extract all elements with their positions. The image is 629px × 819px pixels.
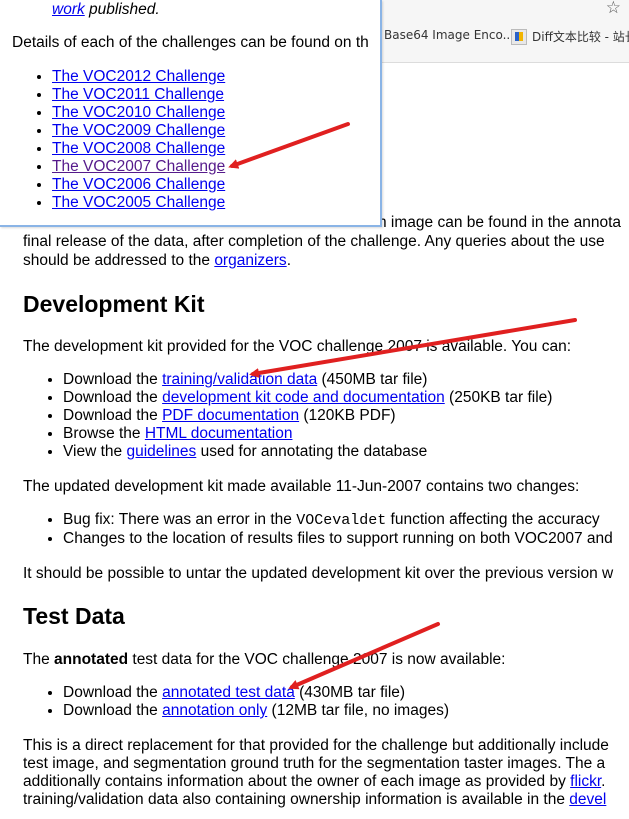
voc2005-link[interactable]: The VOC2005 Challenge: [52, 194, 225, 211]
voc2008-link[interactable]: The VOC2008 Challenge: [52, 140, 225, 157]
annotation-only-link[interactable]: annotation only: [162, 702, 267, 719]
bookmark-base64[interactable]: Base64 Image Enco...: [384, 28, 514, 42]
list-item: The VOC2005 Challenge: [52, 194, 225, 212]
list-item: Bug fix: There was an error in the VOCev…: [63, 511, 613, 530]
test-data-list: Download the annotated test data (430MB …: [23, 684, 449, 720]
function-name: VOCevaldet: [296, 512, 387, 529]
untar-text: It should be possible to untar the updat…: [23, 565, 614, 582]
bookmark-favicon-icon: [511, 28, 527, 45]
devkit-code-link[interactable]: development kit code and documentation: [162, 389, 445, 406]
test-para-line-4: training/validation data also containing…: [23, 791, 607, 808]
devkit-update-text: The updated development kit made availab…: [23, 478, 580, 495]
test-data-heading: Test Data: [23, 603, 125, 629]
list-item: Download the annotated test data (430MB …: [63, 684, 449, 702]
voc2011-link[interactable]: The VOC2011 Challenge: [52, 86, 224, 103]
test-para-line-2: test image, and segmentation ground trut…: [23, 755, 606, 772]
voc2007-link[interactable]: The VOC2007 Challenge: [52, 158, 225, 175]
organizers-link[interactable]: organizers: [214, 252, 286, 269]
bookmark-diff-label: Diff文本比较 - 站长: [532, 30, 629, 44]
voc2009-link[interactable]: The VOC2009 Challenge: [52, 122, 225, 139]
test-para-line-1: This is a direct replacement for that pr…: [23, 737, 609, 754]
list-item: View the guidelines used for annotating …: [63, 443, 552, 461]
list-item: The VOC2010 Challenge: [52, 104, 225, 122]
work-link[interactable]: work: [52, 1, 85, 18]
intro-line-2: final release of the data, after complet…: [23, 233, 605, 250]
list-item: Download the development kit code and do…: [63, 389, 552, 407]
training-validation-data-link[interactable]: training/validation data: [162, 371, 317, 388]
challenges-panel: work published. Details of each of the c…: [0, 0, 382, 227]
devkit-heading: Development Kit: [23, 291, 205, 317]
devkit-intro: The development kit provided for the VOC…: [23, 338, 572, 355]
list-item: The VOC2008 Challenge: [52, 140, 225, 158]
list-item: The VOC2006 Challenge: [52, 176, 225, 194]
bookmark-diff[interactable]: Diff文本比较 - 站长: [511, 28, 629, 45]
challenge-list: The VOC2012 Challenge The VOC2011 Challe…: [12, 68, 225, 212]
devkit-list: Download the training/validation data (4…: [23, 371, 552, 461]
details-text: Details of each of the challenges can be…: [12, 34, 369, 51]
list-item: Changes to the location of results files…: [63, 530, 613, 548]
test-para-line-3: additionally contains information about …: [23, 773, 606, 790]
list-item: Browse the HTML documentation: [63, 425, 552, 443]
guidelines-link[interactable]: guidelines: [126, 443, 196, 460]
pdf-documentation-link[interactable]: PDF documentation: [162, 407, 299, 424]
list-item: The VOC2009 Challenge: [52, 122, 225, 140]
list-item: Download the annotation only (12MB tar f…: [63, 702, 449, 720]
voc2010-link[interactable]: The VOC2010 Challenge: [52, 104, 225, 121]
list-item: The VOC2012 Challenge: [52, 68, 225, 86]
list-item: The VOC2007 Challenge: [52, 158, 225, 176]
annotated-test-data-link[interactable]: annotated test data: [162, 684, 295, 701]
intro-line-3: should be addressed to the organizers.: [23, 252, 291, 269]
voc2006-link[interactable]: The VOC2006 Challenge: [52, 176, 225, 193]
html-documentation-link[interactable]: HTML documentation: [145, 425, 293, 442]
list-item: The VOC2011 Challenge: [52, 86, 225, 104]
page-content: has been obscured. Details of the contri…: [23, 206, 629, 819]
published-line: work published.: [52, 1, 160, 18]
devkit-link[interactable]: devel: [569, 791, 606, 808]
flickr-link[interactable]: flickr: [570, 773, 601, 790]
changes-list: Bug fix: There was an error in the VOCev…: [23, 511, 613, 548]
voc2012-link[interactable]: The VOC2012 Challenge: [52, 68, 225, 85]
list-item: Download the PDF documentation (120KB PD…: [63, 407, 552, 425]
list-item: Download the training/validation data (4…: [63, 371, 552, 389]
bookmark-star-icon[interactable]: ☆: [606, 0, 621, 18]
test-data-intro: The annotated test data for the VOC chal…: [23, 651, 506, 668]
